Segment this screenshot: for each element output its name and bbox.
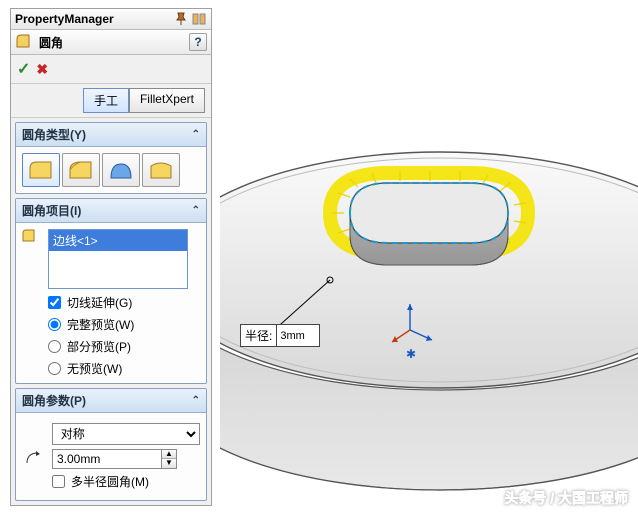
fillet-feature-icon — [15, 33, 33, 51]
confirm-row: ✓ ✖ — [11, 55, 211, 84]
constant-radius-button[interactable] — [22, 153, 60, 187]
full-round-button[interactable] — [142, 153, 180, 187]
section-title-params: 圆角参数(P) — [22, 392, 86, 409]
chevron-up-icon: ⌃ — [192, 395, 200, 406]
fillet-type-buttons — [22, 153, 200, 187]
no-preview-radio[interactable] — [48, 362, 61, 375]
no-preview-option[interactable]: 无预览(W) — [48, 360, 200, 377]
watermark-text: 头条号 / 大国工程师 — [504, 488, 628, 508]
edge-select-icon — [20, 227, 38, 248]
spin-down-button[interactable]: ▼ — [162, 459, 176, 468]
full-preview-radio[interactable] — [48, 318, 61, 331]
face-fillet-button[interactable] — [102, 153, 140, 187]
section-header-params[interactable]: 圆角参数(P) ⌃ — [16, 389, 206, 413]
graphics-viewport[interactable]: ✱ — [220, 0, 638, 516]
no-preview-label: 无预览(W) — [67, 360, 122, 377]
tangent-propagation-option[interactable]: 切线延伸(G) — [48, 294, 200, 311]
section-header-items[interactable]: 圆角项目(I) ⌃ — [16, 199, 206, 223]
symmetry-row: 对称 — [26, 423, 200, 445]
ok-button[interactable]: ✓ — [17, 59, 30, 79]
multi-radius-checkbox[interactable] — [52, 475, 65, 488]
tangent-label: 切线延伸(G) — [67, 294, 132, 311]
selected-edge-item[interactable]: 边线<1> — [49, 230, 187, 251]
multi-radius-row[interactable]: 多半径圆角(M) — [26, 473, 200, 490]
section-title-items: 圆角项目(I) — [22, 202, 81, 219]
multi-radius-label: 多半径圆角(M) — [71, 473, 149, 490]
radius-spinner[interactable]: ▲ ▼ — [52, 449, 177, 469]
chevron-up-icon: ⌃ — [192, 129, 200, 140]
feature-name: 圆角 — [39, 34, 63, 51]
svg-text:✱: ✱ — [406, 347, 416, 361]
section-fillet-params: 圆角参数(P) ⌃ 对称 ▲ ▼ — [15, 388, 207, 501]
partial-preview-radio[interactable] — [48, 340, 61, 353]
radius-input[interactable] — [52, 449, 162, 469]
property-manager-panel: PropertyManager 圆角 ? ✓ ✖ 手工 FilletXpert … — [10, 8, 212, 506]
full-preview-option[interactable]: 完整预览(W) — [48, 316, 200, 333]
cancel-button[interactable]: ✖ — [36, 61, 48, 78]
split-icon[interactable] — [191, 11, 207, 27]
tab-filletxpert[interactable]: FilletXpert — [129, 88, 205, 113]
panel-titlebar: PropertyManager — [11, 9, 211, 30]
tab-manual[interactable]: 手工 — [83, 88, 129, 113]
section-header-type[interactable]: 圆角类型(Y) ⌃ — [16, 123, 206, 147]
selection-list[interactable]: 边线<1> — [48, 229, 188, 289]
section-fillet-items: 圆角项目(I) ⌃ 边线<1> 切线延伸(G) 完整预览(W) 部分预览(P) — [15, 198, 207, 384]
radius-icon — [26, 451, 46, 468]
radius-callout[interactable]: 半径: — [240, 324, 320, 347]
symmetry-select[interactable]: 对称 — [52, 423, 200, 445]
help-button[interactable]: ? — [189, 33, 207, 51]
callout-label: 半径: — [241, 325, 277, 346]
panel-title-text: PropertyManager — [15, 12, 114, 26]
callout-value-input[interactable] — [277, 328, 319, 344]
section-fillet-type: 圆角类型(Y) ⌃ — [15, 122, 207, 194]
pushpin-icon[interactable] — [173, 11, 189, 27]
model-scene: ✱ — [220, 0, 638, 516]
radius-row: ▲ ▼ — [26, 449, 200, 469]
full-preview-label: 完整预览(W) — [67, 316, 134, 333]
partial-preview-label: 部分预览(P) — [67, 338, 131, 355]
section-title-type: 圆角类型(Y) — [22, 126, 86, 143]
mode-tabs: 手工 FilletXpert — [11, 84, 211, 118]
chevron-up-icon: ⌃ — [192, 205, 200, 216]
feature-header: 圆角 ? — [11, 30, 211, 55]
partial-preview-option[interactable]: 部分预览(P) — [48, 338, 200, 355]
variable-radius-button[interactable] — [62, 153, 100, 187]
tangent-checkbox[interactable] — [48, 296, 61, 309]
